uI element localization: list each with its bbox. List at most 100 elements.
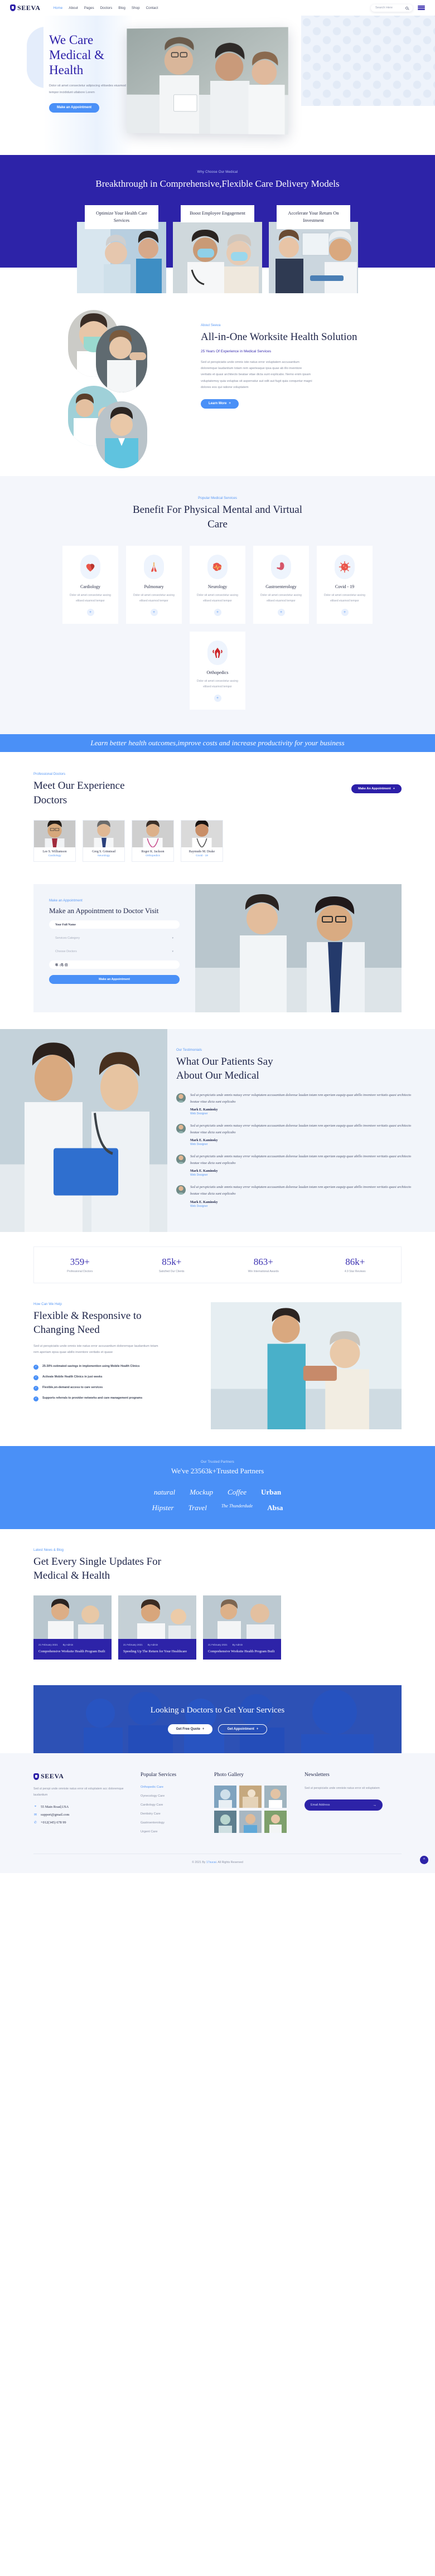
- flexible-title: Flexible & Responsive to Changing Need: [33, 1309, 142, 1336]
- copyright-link[interactable]: 17sucai: [206, 1861, 216, 1864]
- blog-card[interactable]: 21 February 2021 By Admin Speeding Up The…: [118, 1595, 196, 1660]
- gallery-thumb[interactable]: [239, 1786, 262, 1808]
- blog-card-body: 21 February 2021 By Admin Speeding Up The…: [118, 1638, 196, 1660]
- footer-brand-column: SEEVA Sed ut perspi unde omniste natus e…: [33, 1772, 128, 1839]
- nav-item-contact[interactable]: Contact: [146, 6, 158, 10]
- footer-service-link[interactable]: Urgent Care: [141, 1830, 202, 1833]
- footer-service-link[interactable]: Dentistry Care: [141, 1812, 202, 1816]
- doctor-name: Lee S. Williamson: [42, 850, 67, 853]
- stat-item: 359+ Professional Doctors: [34, 1257, 126, 1273]
- doctor-card[interactable]: Roger K. Jackson Orthopedics: [132, 819, 174, 862]
- nav-item-doctors[interactable]: Doctors: [100, 6, 113, 10]
- why-card[interactable]: Optimize Your Health Care Services: [77, 205, 166, 293]
- brand-name: SEEVA: [17, 3, 41, 12]
- service-card-orthopedics[interactable]: Orthopedics Dolor sit amet consectetur a…: [190, 632, 245, 710]
- blog-card[interactable]: 21 February 2021 By Admin Comprehensive W…: [203, 1595, 281, 1660]
- plus-icon[interactable]: +: [341, 609, 349, 617]
- footer-service-link[interactable]: Oynecology Care: [141, 1794, 202, 1798]
- about-learn-more-button[interactable]: Learn More +: [201, 399, 239, 409]
- gallery-thumb[interactable]: [264, 1811, 287, 1833]
- why-card[interactable]: Boost Employee Engagement: [173, 205, 262, 293]
- avatar: [176, 1093, 186, 1103]
- stat-value: 863+: [253, 1256, 273, 1267]
- about-content: About Seeva All-in-One Worksite Health S…: [201, 318, 402, 457]
- plus-icon[interactable]: +: [86, 609, 94, 617]
- doctors-appointment-label: Make An Appointment: [358, 787, 391, 791]
- nav-item-shop[interactable]: Shop: [132, 6, 140, 10]
- menu-icon[interactable]: [418, 6, 425, 10]
- footer-email-row[interactable]: ✉ support@gmail.com: [33, 1813, 128, 1817]
- service-card-neurology[interactable]: Neurology Dolor sit amet consectetur asc…: [190, 546, 245, 624]
- heart-icon: [80, 555, 100, 580]
- service-card-covid[interactable]: Covid - 19 Dolor sit amet consectetur as…: [317, 546, 373, 624]
- partners-eyebrow: Our Trusted Partners: [200, 1460, 235, 1464]
- doctor-role: Orthopedics: [146, 854, 160, 857]
- nav-item-blog[interactable]: Blog: [118, 6, 125, 10]
- nav-item-about[interactable]: About: [69, 6, 78, 10]
- gallery-thumb[interactable]: [214, 1811, 236, 1833]
- testimonial-name: Mark E. Kaminsky: [190, 1139, 218, 1143]
- service-name: Covid - 19: [335, 584, 355, 590]
- services-category-select[interactable]: Services Category ▾: [49, 934, 180, 942]
- chevron-down-icon: ▾: [172, 936, 173, 940]
- doctor-name: Roger K. Jackson: [141, 850, 165, 853]
- blog-date: 21 February 2021: [38, 1643, 58, 1646]
- doctor-role: Covid - 19: [196, 854, 208, 857]
- blog-author: By Admin: [232, 1643, 243, 1646]
- nav-item-home[interactable]: Home: [53, 6, 62, 10]
- service-card-cardiology[interactable]: Cardiology Dolor sit amet consectetur as…: [62, 546, 118, 624]
- blog-image: [118, 1595, 196, 1639]
- plus-icon[interactable]: +: [150, 609, 158, 617]
- footer-newsletter-title: Newsletters: [304, 1772, 330, 1778]
- brand-logo[interactable]: SEEVA: [10, 4, 40, 12]
- footer-service-link[interactable]: Orthopedic Care: [141, 1786, 202, 1789]
- gallery-thumb[interactable]: [214, 1786, 236, 1808]
- gallery-thumb[interactable]: [239, 1811, 262, 1833]
- arrow-right-icon[interactable]: →: [373, 1803, 376, 1807]
- appointment-submit-button[interactable]: Make an Appointment: [49, 975, 180, 984]
- flexible-point-text: Flexible,on-demand access to care servic…: [42, 1385, 103, 1389]
- blog-card[interactable]: 21 February 2021 By Admin Comprehensive W…: [33, 1595, 112, 1660]
- doctor-card[interactable]: Greg S. Grinstead Neurology: [83, 819, 125, 862]
- footer-phone-row[interactable]: ✆ +012(345) 678 99: [33, 1821, 128, 1825]
- newsletter-email-input[interactable]: Email Address →: [304, 1799, 383, 1811]
- scroll-to-top-button[interactable]: ^: [420, 1856, 428, 1865]
- choose-doctors-select[interactable]: Choose Doctors ▾: [49, 947, 180, 955]
- get-appointment-button[interactable]: Get Appointment +: [218, 1724, 268, 1734]
- get-free-quote-button[interactable]: Get Free Quote +: [167, 1724, 213, 1734]
- why-card-title: Accelerate Your Return On Investment: [277, 205, 350, 230]
- hero-appointment-button[interactable]: Make an Appointment: [49, 103, 100, 113]
- plus-icon[interactable]: +: [277, 609, 285, 617]
- why-card[interactable]: Accelerate Your Return On Investment: [269, 205, 358, 293]
- footer-service-link[interactable]: Cardiology Care: [141, 1803, 202, 1807]
- doctors-section: Professional Doctors Meet Our Experience…: [33, 752, 402, 876]
- plus-icon[interactable]: +: [214, 609, 221, 617]
- service-card-pulmonary[interactable]: Pulmonary Dolor sit amet consectetur asc…: [126, 546, 182, 624]
- appointment-eyebrow: Make an Appointment: [49, 898, 83, 903]
- search-icon: [405, 6, 408, 9]
- nav-item-pages[interactable]: Pages: [84, 6, 94, 10]
- doctor-card[interactable]: Lee S. Williamson Cardiology: [33, 819, 76, 862]
- partner-logo: Hipster: [152, 1503, 174, 1512]
- avatar: [176, 1185, 186, 1195]
- service-desc: Dolor sit amet consectetur ascing elitse…: [197, 680, 238, 689]
- testimonials-list: Sed ut perspiciatis unde omnis natusy er…: [176, 1092, 419, 1208]
- nurse-patient-image: [211, 1302, 402, 1429]
- testimonial-item: Sed ut perspiciatis unde omnis natusy er…: [176, 1153, 419, 1177]
- footer-address-row: ⌖ 55 Main Road,USA: [33, 1805, 128, 1809]
- gallery-thumb[interactable]: [264, 1786, 287, 1808]
- search-placeholder: Search Here: [375, 6, 393, 9]
- footer-services-column: Popular Services Orthopedic Care Oynecol…: [141, 1772, 202, 1839]
- footer-service-link[interactable]: Gastroenterology: [141, 1821, 202, 1825]
- service-card-gastroenterology[interactable]: Gastroenterology Dolor sit amet consecte…: [253, 546, 309, 624]
- partner-logo: natural: [153, 1487, 176, 1496]
- doctor-card[interactable]: Raymudo M. Drake Covid - 19: [181, 819, 223, 862]
- appointment-date-input[interactable]: 年 /月/日: [49, 960, 180, 969]
- search-input[interactable]: Search Here: [371, 4, 413, 12]
- why-title: Breakthrough in Comprehensive,Flexible C…: [95, 178, 340, 189]
- plus-icon[interactable]: +: [214, 695, 221, 702]
- full-name-input[interactable]: Your Full Name: [49, 920, 180, 929]
- doctors-appointment-button[interactable]: Make An Appointment +: [351, 784, 402, 794]
- service-name: Gastroenterology: [265, 584, 297, 590]
- footer-logo[interactable]: SEEVA: [33, 1772, 128, 1781]
